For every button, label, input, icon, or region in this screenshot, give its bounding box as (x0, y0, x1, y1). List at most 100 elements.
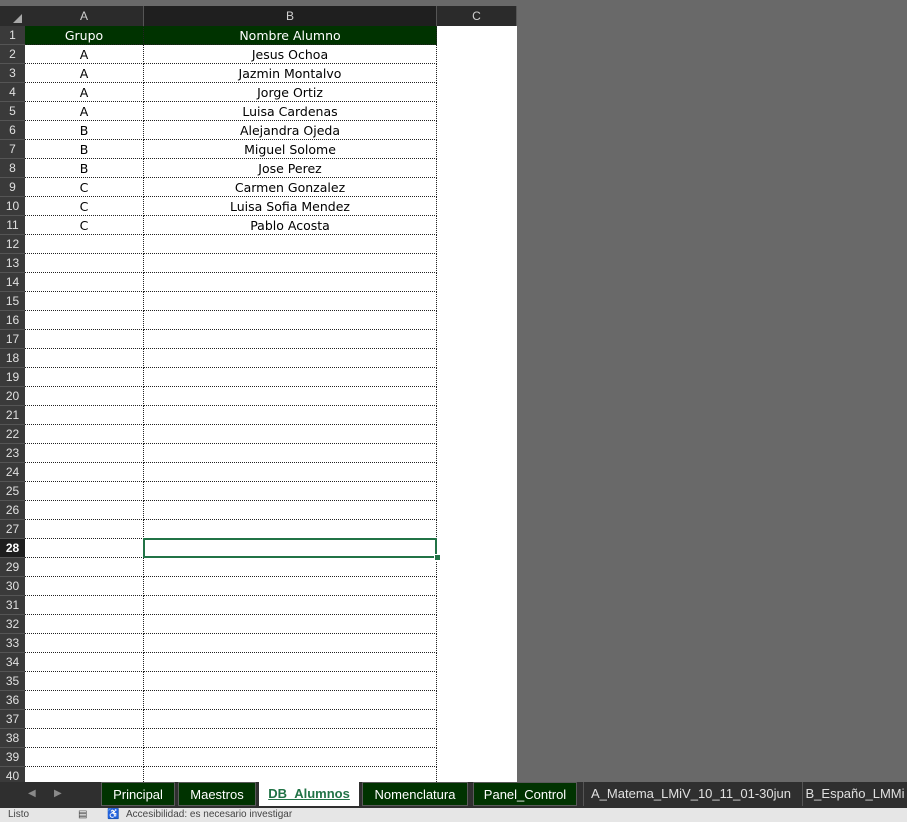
cell-grupo[interactable] (25, 444, 144, 463)
cell-grupo[interactable]: A (25, 64, 144, 83)
row-header-29[interactable]: 29 (0, 558, 25, 577)
row-header-28[interactable]: 28 (0, 539, 25, 558)
row-header-18[interactable]: 18 (0, 349, 25, 368)
cell-nombre[interactable] (144, 615, 437, 634)
row-header-26[interactable]: 26 (0, 501, 25, 520)
row-header-13[interactable]: 13 (0, 254, 25, 273)
row-header-5[interactable]: 5 (0, 102, 25, 121)
row-header-21[interactable]: 21 (0, 406, 25, 425)
row-header-31[interactable]: 31 (0, 596, 25, 615)
cell-grupo[interactable] (25, 292, 144, 311)
cell-nombre[interactable]: Miguel Solome (144, 140, 437, 159)
cell-grupo[interactable] (25, 615, 144, 634)
row-header-19[interactable]: 19 (0, 368, 25, 387)
cell-nombre[interactable] (144, 330, 437, 349)
row-header-33[interactable]: 33 (0, 634, 25, 653)
cell-grupo[interactable] (25, 235, 144, 254)
cell-grupo[interactable] (25, 406, 144, 425)
sheet-tab[interactable]: DB_Alumnos (259, 782, 359, 806)
cell-nombre[interactable] (144, 425, 437, 444)
cell-nombre[interactable]: Luisa Sofia Mendez (144, 197, 437, 216)
cell-grupo[interactable] (25, 368, 144, 387)
cell-grupo[interactable] (25, 596, 144, 615)
sheet-tab[interactable]: Panel_Control (473, 782, 577, 806)
row-header-20[interactable]: 20 (0, 387, 25, 406)
row-header-22[interactable]: 22 (0, 425, 25, 444)
row-header-36[interactable]: 36 (0, 691, 25, 710)
cell-nombre[interactable] (144, 292, 437, 311)
sheet-tab[interactable]: Nomenclatura (362, 782, 468, 806)
row-header-39[interactable]: 39 (0, 748, 25, 767)
cell-nombre[interactable] (144, 368, 437, 387)
cell-grupo[interactable] (25, 254, 144, 273)
row-header-15[interactable]: 15 (0, 292, 25, 311)
cell-nombre[interactable] (144, 558, 437, 577)
row-header-37[interactable]: 37 (0, 710, 25, 729)
row-header-16[interactable]: 16 (0, 311, 25, 330)
row-header-24[interactable]: 24 (0, 463, 25, 482)
cell-nombre[interactable]: Jesus Ochoa (144, 45, 437, 64)
row-header-7[interactable]: 7 (0, 140, 25, 159)
cell-grupo[interactable] (25, 273, 144, 292)
cell-grupo[interactable] (25, 425, 144, 444)
row-header-3[interactable]: 3 (0, 64, 25, 83)
cell-grupo[interactable]: B (25, 121, 144, 140)
cell-nombre[interactable]: Alejandra Ojeda (144, 121, 437, 140)
cell-grupo[interactable]: C (25, 197, 144, 216)
cell-grupo[interactable] (25, 520, 144, 539)
cell-nombre[interactable] (144, 273, 437, 292)
scroll-right-icon[interactable]: ▶ (54, 788, 62, 799)
cell-grupo[interactable] (25, 577, 144, 596)
cell-grupo[interactable]: B (25, 140, 144, 159)
row-header-2[interactable]: 2 (0, 45, 25, 64)
cell-grupo[interactable] (25, 558, 144, 577)
header-cell-nombre[interactable]: Nombre Alumno (144, 26, 437, 45)
row-header-14[interactable]: 14 (0, 273, 25, 292)
row-header-6[interactable]: 6 (0, 121, 25, 140)
cell-grupo[interactable] (25, 691, 144, 710)
cell-grupo[interactable] (25, 748, 144, 767)
sheet-tab[interactable]: A_Matema_LMiV_10_11_01-30jun (583, 782, 798, 806)
cell-nombre[interactable] (144, 254, 437, 273)
cell-grupo[interactable]: C (25, 216, 144, 235)
row-header-1[interactable]: 1 (0, 26, 25, 45)
row-header-32[interactable]: 32 (0, 615, 25, 634)
cell-grupo[interactable] (25, 729, 144, 748)
cell-nombre[interactable]: Jorge Ortiz (144, 83, 437, 102)
cell-nombre[interactable] (144, 634, 437, 653)
accessibility-icon[interactable]: ♿ (107, 808, 119, 822)
row-header-11[interactable]: 11 (0, 216, 25, 235)
sheet-tab[interactable]: B_Españo_LMMi (802, 782, 907, 806)
accessibility-status[interactable]: Accesibilidad: es necesario investigar (126, 808, 292, 822)
cell-grupo[interactable]: A (25, 83, 144, 102)
row-header-23[interactable]: 23 (0, 444, 25, 463)
cell-grupo[interactable] (25, 482, 144, 501)
cell-grupo[interactable] (25, 539, 144, 558)
cell-nombre[interactable] (144, 501, 437, 520)
scroll-left-icon[interactable]: ◀ (28, 788, 36, 799)
cell-grupo[interactable] (25, 710, 144, 729)
cell-grupo[interactable]: A (25, 102, 144, 121)
row-header-27[interactable]: 27 (0, 520, 25, 539)
cell-grupo[interactable]: C (25, 178, 144, 197)
cell-nombre[interactable]: Jazmin Montalvo (144, 64, 437, 83)
cell-nombre[interactable] (144, 672, 437, 691)
cell-nombre[interactable] (144, 311, 437, 330)
sheet-tab[interactable]: Principal (101, 782, 175, 806)
cell-nombre[interactable] (144, 406, 437, 425)
row-header-17[interactable]: 17 (0, 330, 25, 349)
cell-grupo[interactable] (25, 330, 144, 349)
cell-nombre[interactable] (144, 235, 437, 254)
row-header-12[interactable]: 12 (0, 235, 25, 254)
cell-grupo[interactable] (25, 501, 144, 520)
cell-nombre[interactable] (144, 691, 437, 710)
cell-grupo[interactable] (25, 672, 144, 691)
cell-nombre[interactable] (144, 729, 437, 748)
cell-grupo[interactable]: B (25, 159, 144, 178)
header-cell-grupo[interactable]: Grupo (25, 26, 144, 45)
row-header-30[interactable]: 30 (0, 577, 25, 596)
cell-grupo[interactable] (25, 767, 144, 782)
cell-nombre[interactable]: Luisa Cardenas (144, 102, 437, 121)
cell-nombre[interactable] (144, 520, 437, 539)
cell-grupo[interactable] (25, 387, 144, 406)
